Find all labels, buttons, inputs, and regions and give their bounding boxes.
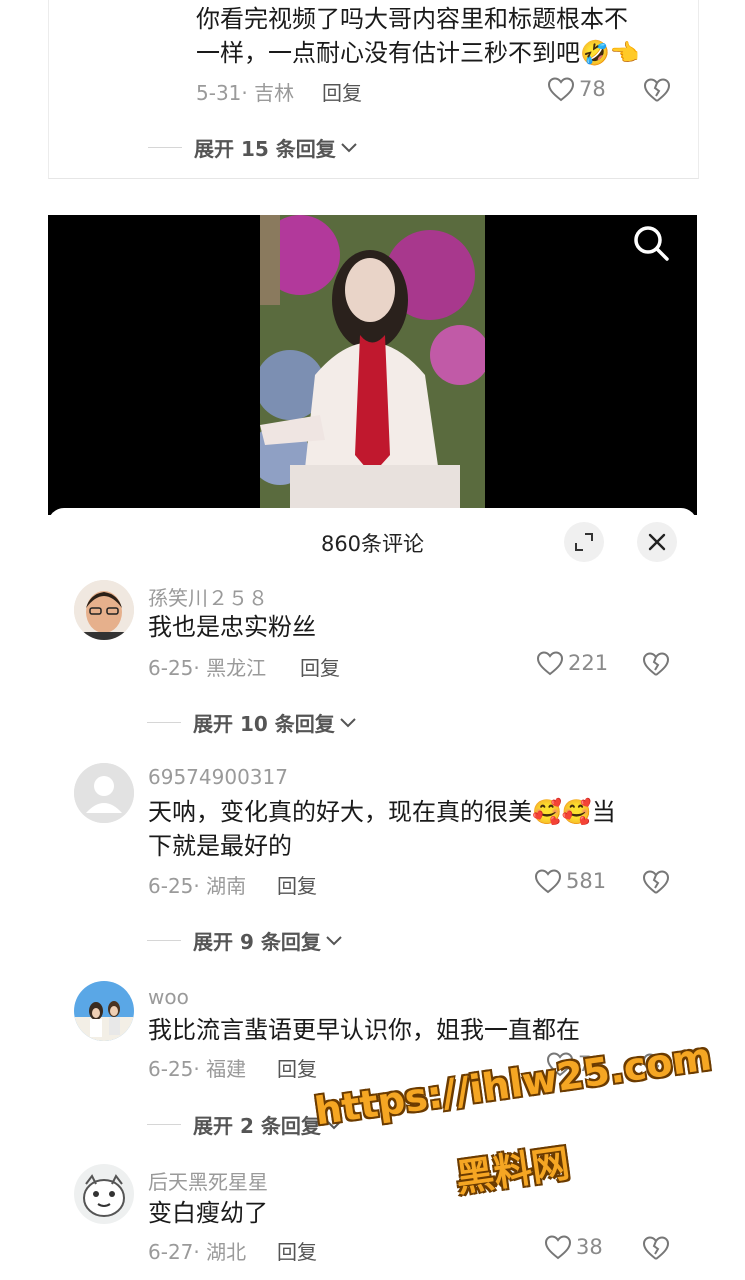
default-avatar-icon (74, 763, 134, 823)
dislike-button[interactable] (642, 869, 670, 899)
expand-replies[interactable]: 展开 2 条回复 (147, 1110, 343, 1139)
user-avatar-image (74, 580, 134, 640)
like-count: 221 (568, 651, 609, 675)
heart-icon (534, 869, 562, 894)
comment-text: 我也是忠实粉丝 (148, 613, 316, 641)
expand-replies[interactable]: 展开 10 条回复 (147, 708, 357, 737)
avatar[interactable] (74, 763, 134, 823)
broken-heart-icon (642, 652, 670, 676)
expand-replies[interactable]: 展开 9 条回复 (147, 926, 343, 955)
expand-replies-label: 展开 9 条回复 (193, 930, 321, 954)
like-button[interactable]: 581 (534, 868, 606, 894)
like-count: 581 (566, 869, 607, 893)
avatar[interactable] (74, 1164, 134, 1224)
avatar[interactable] (74, 981, 134, 1041)
comment-author[interactable]: 后天黑死星星 (148, 1166, 268, 1195)
expand-replies-label: 展开 10 条回复 (193, 712, 335, 736)
comment-text: 变白瘦幼了 (148, 1199, 268, 1227)
previous-comment-card: 你看完视频了吗大哥内容里和标题根本不 一样，一点耐心没有估计三秒不到吧🤣👈 5-… (48, 0, 699, 179)
comment-date-location: 6-27· 湖北 (148, 1240, 247, 1264)
like-button[interactable]: 221 (536, 650, 608, 676)
comment-author[interactable]: 孫笑川２５８ (148, 582, 268, 611)
video-frame (260, 215, 485, 515)
comment-author[interactable]: woo (148, 985, 189, 1009)
fullscreen-icon (575, 533, 593, 551)
emoji: 🤣👈 (580, 39, 640, 67)
expand-replies[interactable]: 展开 15 条回复 (148, 133, 358, 162)
comment-text: 你看完视频了吗大哥内容里和标题根本不 (196, 5, 628, 33)
broken-heart-icon (642, 1236, 670, 1260)
like-count: 38 (576, 1235, 603, 1259)
broken-heart-icon (643, 78, 671, 102)
heart-icon (544, 1235, 572, 1260)
expand-replies-label: 展开 15 条回复 (194, 137, 336, 161)
comment-date-location: 6-25· 福建 (148, 1057, 247, 1081)
comments-panel: 860条评论 孫笑川２５８ 我也是忠实粉丝 6-25· 黑龙江 回复 221 展… (48, 508, 697, 1280)
comment-author[interactable]: 69574900317 (148, 765, 288, 789)
search-icon (634, 226, 669, 261)
reply-button[interactable]: 回复 (300, 652, 340, 681)
comment-date-location: 6-25· 湖南 (148, 874, 247, 898)
comment-text: 我比流言蜚语更早认识你，姐我一直都在 (148, 1016, 580, 1044)
comment-text-line2: 一样，一点耐心没有估计三秒不到吧🤣👈 (196, 39, 640, 67)
chevron-down-icon (341, 142, 357, 152)
video-thumbnail (260, 215, 485, 515)
heart-icon (536, 651, 564, 676)
close-panel-button[interactable] (637, 522, 677, 562)
comment-text: 天呐，变化真的好大，现在真的很美🥰🥰当 (148, 798, 616, 826)
like-count: 78 (579, 77, 606, 101)
heart-icon (547, 77, 575, 102)
like-button[interactable]: 78 (547, 76, 606, 102)
comment-text-line2: 下就是最好的 (148, 832, 292, 860)
user-avatar-image (74, 981, 134, 1041)
search-button[interactable] (631, 223, 671, 267)
avatar[interactable] (74, 580, 134, 640)
comment-date-location: 6-25· 黑龙江 (148, 656, 267, 680)
comment-date-location: 5-31· 吉林 (196, 81, 295, 105)
expand-panel-button[interactable] (564, 522, 604, 562)
divider (147, 722, 181, 723)
video-player[interactable] (48, 215, 697, 515)
chevron-down-icon (326, 935, 342, 945)
broken-heart-icon (642, 870, 670, 894)
user-avatar-image (74, 1164, 134, 1224)
dislike-button[interactable] (643, 77, 671, 107)
expand-replies-label: 展开 2 条回复 (193, 1114, 321, 1138)
divider (147, 940, 181, 941)
divider (147, 1124, 181, 1125)
divider (148, 147, 182, 148)
reply-button[interactable]: 回复 (277, 870, 317, 899)
reply-button[interactable]: 回复 (277, 1236, 317, 1265)
reply-button[interactable]: 回复 (322, 77, 362, 106)
dislike-button[interactable] (642, 1235, 670, 1265)
chevron-down-icon (340, 717, 356, 727)
reply-button[interactable]: 回复 (277, 1053, 317, 1082)
close-icon (648, 533, 666, 551)
like-button[interactable]: 38 (544, 1234, 603, 1260)
dislike-button[interactable] (642, 651, 670, 681)
